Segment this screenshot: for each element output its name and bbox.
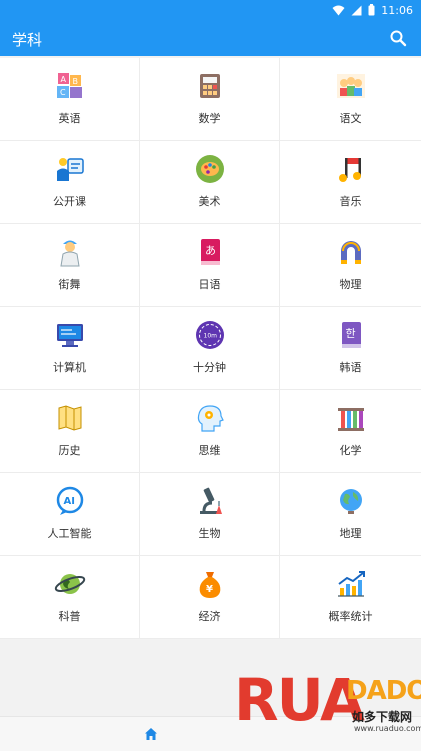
paint-palette-icon — [195, 155, 224, 183]
subject-label: 物理 — [339, 278, 362, 291]
subject-popular-science[interactable]: 科普 — [0, 556, 140, 639]
abc-blocks-icon: A B C — [56, 73, 82, 98]
music-note-icon — [338, 158, 361, 182]
subject-math[interactable]: 数学 — [140, 58, 280, 141]
subject-label: 地理 — [339, 527, 362, 540]
status-bar: 11:06 — [0, 0, 421, 20]
subject-label: 概率统计 — [328, 610, 373, 623]
home-icon[interactable] — [144, 727, 158, 741]
battery-icon — [368, 4, 375, 16]
svg-text:C: C — [60, 88, 66, 97]
page-title: 学科 — [12, 31, 43, 49]
subject-label: 韩语 — [339, 361, 362, 374]
subject-label: 英语 — [58, 112, 81, 125]
svg-text:한: 한 — [345, 327, 355, 340]
watermark-letters: RUA — [234, 666, 365, 734]
subject-label: 化学 — [339, 444, 362, 457]
magnet-icon — [340, 241, 361, 264]
subject-label: 历史 — [58, 444, 81, 457]
ai-badge-icon: AI — [56, 486, 83, 515]
subject-ten-minutes[interactable]: 10m 十分钟 — [140, 307, 280, 390]
subject-music[interactable]: 音乐 — [280, 141, 421, 224]
subject-label: 音乐 — [339, 195, 362, 208]
subject-label: 公开课 — [53, 195, 86, 208]
watermark-dado: DADO — [346, 676, 421, 706]
subject-label: 生物 — [198, 527, 221, 540]
subject-english[interactable]: A B C 英语 — [0, 58, 140, 141]
subject-statistics[interactable]: 概率统计 — [280, 556, 421, 639]
subject-physics[interactable]: 物理 — [280, 224, 421, 307]
money-bag-icon: ¥ — [199, 572, 220, 598]
dancer-icon — [59, 240, 80, 267]
svg-text:AI: AI — [63, 496, 74, 507]
svg-text:¥: ¥ — [206, 584, 213, 595]
subject-label: 街舞 — [58, 278, 81, 291]
subject-history[interactable]: 历史 — [0, 390, 140, 473]
subject-label: 思维 — [198, 444, 221, 457]
watermark-logo: RUA DADO 如多下载网 www.ruaduo.com — [234, 666, 421, 744]
subject-economics[interactable]: ¥ 经济 — [140, 556, 280, 639]
subject-thinking[interactable]: 思维 — [140, 390, 280, 473]
microscope-icon — [199, 487, 222, 514]
status-icons: 11:06 — [332, 2, 413, 18]
subject-chemistry[interactable]: 化学 — [280, 390, 421, 473]
subject-label: 经济 — [198, 610, 221, 623]
status-time: 11:06 — [381, 3, 413, 17]
ten-minutes-clock-icon: 10m — [195, 321, 224, 349]
subject-japanese[interactable]: あ 日语 — [140, 224, 280, 307]
watermark-rua: RUA — [234, 666, 365, 734]
subject-street-dance[interactable]: 街舞 — [0, 224, 140, 307]
svg-text:A: A — [60, 75, 66, 84]
teacher-board-icon — [56, 158, 84, 181]
subject-geography[interactable]: 地理 — [280, 473, 421, 556]
subject-label: 数学 — [198, 112, 221, 125]
children-reading-icon — [336, 74, 365, 98]
wifi-icon — [332, 5, 345, 15]
subject-label: 科普 — [58, 610, 81, 623]
japanese-book-icon: あ — [200, 239, 220, 265]
computer-icon — [56, 324, 83, 347]
svg-text:あ: あ — [205, 244, 216, 257]
subject-label: 日语 — [198, 278, 221, 291]
test-tubes-icon — [337, 408, 364, 431]
scroll-map-icon — [58, 405, 81, 431]
subject-grid: A B C 英语 数学 语文 公开课 美术 音乐 街舞 あ 日语 物理 计算机 … — [0, 58, 421, 639]
search-icon[interactable] — [389, 29, 407, 47]
app-bar: 学科 — [0, 20, 421, 56]
subject-open-class[interactable]: 公开课 — [0, 141, 140, 224]
brain-head-icon — [197, 405, 224, 432]
watermark-url: www.ruaduo.com — [354, 724, 421, 733]
subject-label: 计算机 — [53, 361, 86, 374]
subject-art[interactable]: 美术 — [140, 141, 280, 224]
subject-korean[interactable]: 한 韩语 — [280, 307, 421, 390]
subject-label: 人工智能 — [47, 527, 92, 540]
subject-chinese[interactable]: 语文 — [280, 58, 421, 141]
signal-icon — [351, 5, 362, 15]
korean-book-icon: 한 — [341, 322, 361, 348]
subject-biology[interactable]: 生物 — [140, 473, 280, 556]
subject-computer[interactable]: 计算机 — [0, 307, 140, 390]
subject-label: 语文 — [339, 112, 362, 125]
subject-label: 十分钟 — [193, 361, 226, 374]
calculator-book-icon — [199, 74, 220, 98]
planet-icon — [54, 574, 85, 594]
watermark-subtitle: 如多下载网 — [352, 710, 413, 724]
globe-icon — [339, 489, 362, 514]
svg-text:10m: 10m — [203, 333, 217, 340]
svg-text:B: B — [72, 77, 78, 86]
subject-label: 美术 — [198, 195, 221, 208]
subject-ai[interactable]: AI 人工智能 — [0, 473, 140, 556]
bar-chart-icon — [337, 571, 365, 597]
